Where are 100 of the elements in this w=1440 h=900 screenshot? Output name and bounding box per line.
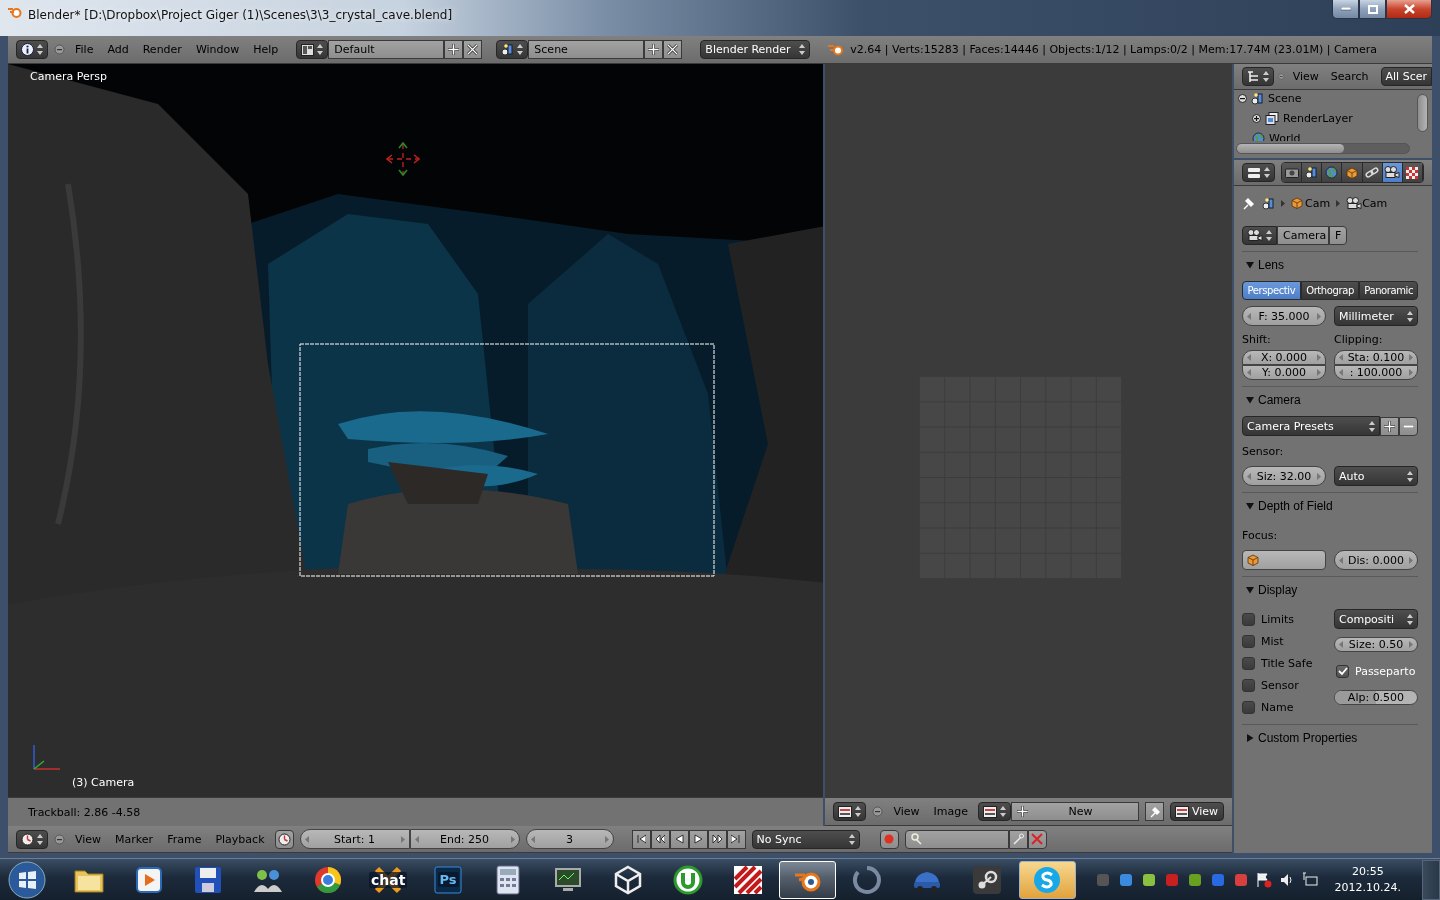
playback-button[interactable] [669, 829, 689, 849]
menu-item[interactable]: Search [1326, 70, 1373, 83]
menu-item[interactable]: View [1288, 70, 1323, 83]
lens-type-option[interactable]: Orthograp [1300, 281, 1360, 300]
sync-mode-dropdown[interactable]: No Sync [751, 829, 860, 849]
close-button[interactable] [1386, 0, 1432, 19]
alpha-slider[interactable]: Alp: 0.500 [1334, 690, 1418, 705]
clip-start-field[interactable]: Sta: 0.100 [1334, 350, 1418, 365]
delete-keyframe-button[interactable] [1027, 829, 1047, 849]
new-image-button[interactable]: New [1011, 802, 1139, 821]
playback-button[interactable] [650, 829, 670, 849]
outliner-item[interactable]: RenderLayer [1283, 111, 1353, 125]
checkbox[interactable] [1242, 678, 1255, 692]
add-scene-button[interactable] [644, 40, 664, 59]
delete-layout-button[interactable] [463, 40, 483, 59]
outliner-item[interactable]: Scene [1268, 91, 1302, 105]
vertical-scrollbar[interactable] [1417, 94, 1428, 132]
panel-header[interactable]: Custom Properties [1242, 724, 1418, 750]
checkbox[interactable] [1242, 700, 1255, 714]
insert-keyframe-button[interactable] [1008, 829, 1028, 849]
sensor-fit-dropdown[interactable]: Auto [1334, 466, 1418, 486]
checkbox[interactable] [1242, 612, 1255, 626]
shift-x-field[interactable]: X: 0.000 [1242, 350, 1326, 365]
camera-presets-dropdown[interactable]: Camera Presets [1242, 416, 1380, 436]
minimize-button[interactable] [1332, 0, 1359, 19]
playback-button[interactable] [707, 829, 727, 849]
display-mode-dropdown[interactable]: All Scer [1380, 67, 1432, 86]
scene-selector[interactable] [496, 40, 529, 59]
properties-tab[interactable] [1382, 163, 1403, 182]
taskbar-button[interactable] [1018, 860, 1076, 899]
clip-end-field[interactable]: : 100.000 [1334, 365, 1418, 380]
render-engine-dropdown[interactable]: Blender Render [700, 40, 811, 59]
start-frame-field[interactable]: Start: 1 [299, 829, 410, 849]
playback-button[interactable] [688, 829, 708, 849]
layout-field[interactable]: Default [328, 40, 445, 59]
menu-item[interactable]: Image [929, 805, 972, 818]
distance-field[interactable]: Dis: 0.000 [1334, 550, 1418, 570]
remove-preset-button[interactable] [1399, 416, 1418, 436]
outliner-item[interactable]: World [1269, 131, 1301, 141]
focal-length-field[interactable]: F: 35.000 [1242, 306, 1326, 326]
layout-selector[interactable] [296, 40, 329, 59]
delete-scene-button[interactable] [663, 40, 683, 59]
record-button[interactable] [879, 829, 899, 849]
collapse-icon[interactable] [1238, 93, 1247, 103]
shift-y-field[interactable]: Y: 0.000 [1242, 365, 1326, 380]
focus-object-field[interactable] [1242, 550, 1326, 570]
horizontal-scrollbar[interactable] [1236, 143, 1410, 154]
view-mode-button[interactable]: View [1170, 802, 1224, 821]
taskbar-button[interactable]: Ps [419, 860, 477, 899]
lens-type-option[interactable]: Panoramic [1359, 281, 1418, 300]
network-icon[interactable] [1301, 871, 1318, 888]
scene-field[interactable]: Scene [528, 40, 645, 59]
editor-type-selector[interactable] [16, 829, 48, 849]
checkbox[interactable] [1242, 634, 1255, 648]
keying-set-field[interactable] [904, 829, 1009, 849]
properties-tab[interactable] [1362, 163, 1383, 182]
menu-item[interactable]: Add [103, 43, 133, 56]
image-browse-selector[interactable] [978, 802, 1011, 821]
camera-data-field[interactable]: Camera [1277, 226, 1329, 245]
flag-icon[interactable] [1255, 871, 1272, 888]
properties-tab[interactable] [1402, 163, 1423, 182]
menu-item[interactable]: Help [249, 43, 283, 56]
fake-user-button[interactable]: F [1329, 226, 1348, 245]
expand-icon[interactable] [1252, 113, 1261, 123]
maximize-button[interactable] [1359, 0, 1386, 19]
pin-icon[interactable] [1242, 196, 1256, 210]
properties-tab[interactable] [1342, 163, 1363, 182]
menu-item[interactable]: View [71, 832, 106, 846]
editor-type-selector[interactable] [833, 802, 867, 821]
preview-range-button[interactable] [274, 829, 294, 849]
unit-dropdown[interactable]: Millimeter [1334, 306, 1418, 326]
checkbox[interactable] [1242, 656, 1255, 670]
properties-tab[interactable] [1282, 163, 1303, 182]
checkbox[interactable] [1336, 664, 1349, 678]
pin-button[interactable] [1145, 802, 1164, 821]
start-button[interactable] [6, 859, 48, 900]
panel-header[interactable]: Depth of Field [1242, 492, 1418, 518]
panel-header[interactable]: Camera [1242, 386, 1418, 412]
playback-button[interactable] [631, 829, 651, 849]
sensor-size-field[interactable]: Siz: 32.00 [1242, 466, 1326, 486]
menu-item[interactable]: Playback [211, 832, 269, 846]
panel-header[interactable]: Display [1242, 576, 1418, 602]
playback-button[interactable] [726, 829, 746, 849]
add-preset-button[interactable] [1380, 416, 1399, 436]
menu-item[interactable]: Marker [111, 832, 158, 846]
editor-type-selector[interactable] [1242, 163, 1275, 182]
end-frame-field[interactable]: End: 250 [409, 829, 520, 849]
editor-type-selector[interactable] [1242, 67, 1274, 86]
editor-type-selector[interactable] [16, 40, 48, 59]
size-field[interactable]: Size: 0.50 [1334, 637, 1418, 652]
menu-item[interactable]: Frame [163, 832, 206, 846]
menu-item[interactable]: File [71, 43, 98, 56]
menu-item[interactable]: View [889, 805, 924, 818]
guides-dropdown[interactable]: Compositi [1334, 609, 1418, 629]
properties-tab[interactable] [1302, 163, 1323, 182]
menu-item[interactable]: Render [138, 43, 186, 56]
add-layout-button[interactable] [444, 40, 464, 59]
current-frame-field[interactable]: 3 [525, 829, 614, 849]
menu-item[interactable]: Window [191, 43, 244, 56]
panel-header[interactable]: Lens [1242, 251, 1418, 277]
